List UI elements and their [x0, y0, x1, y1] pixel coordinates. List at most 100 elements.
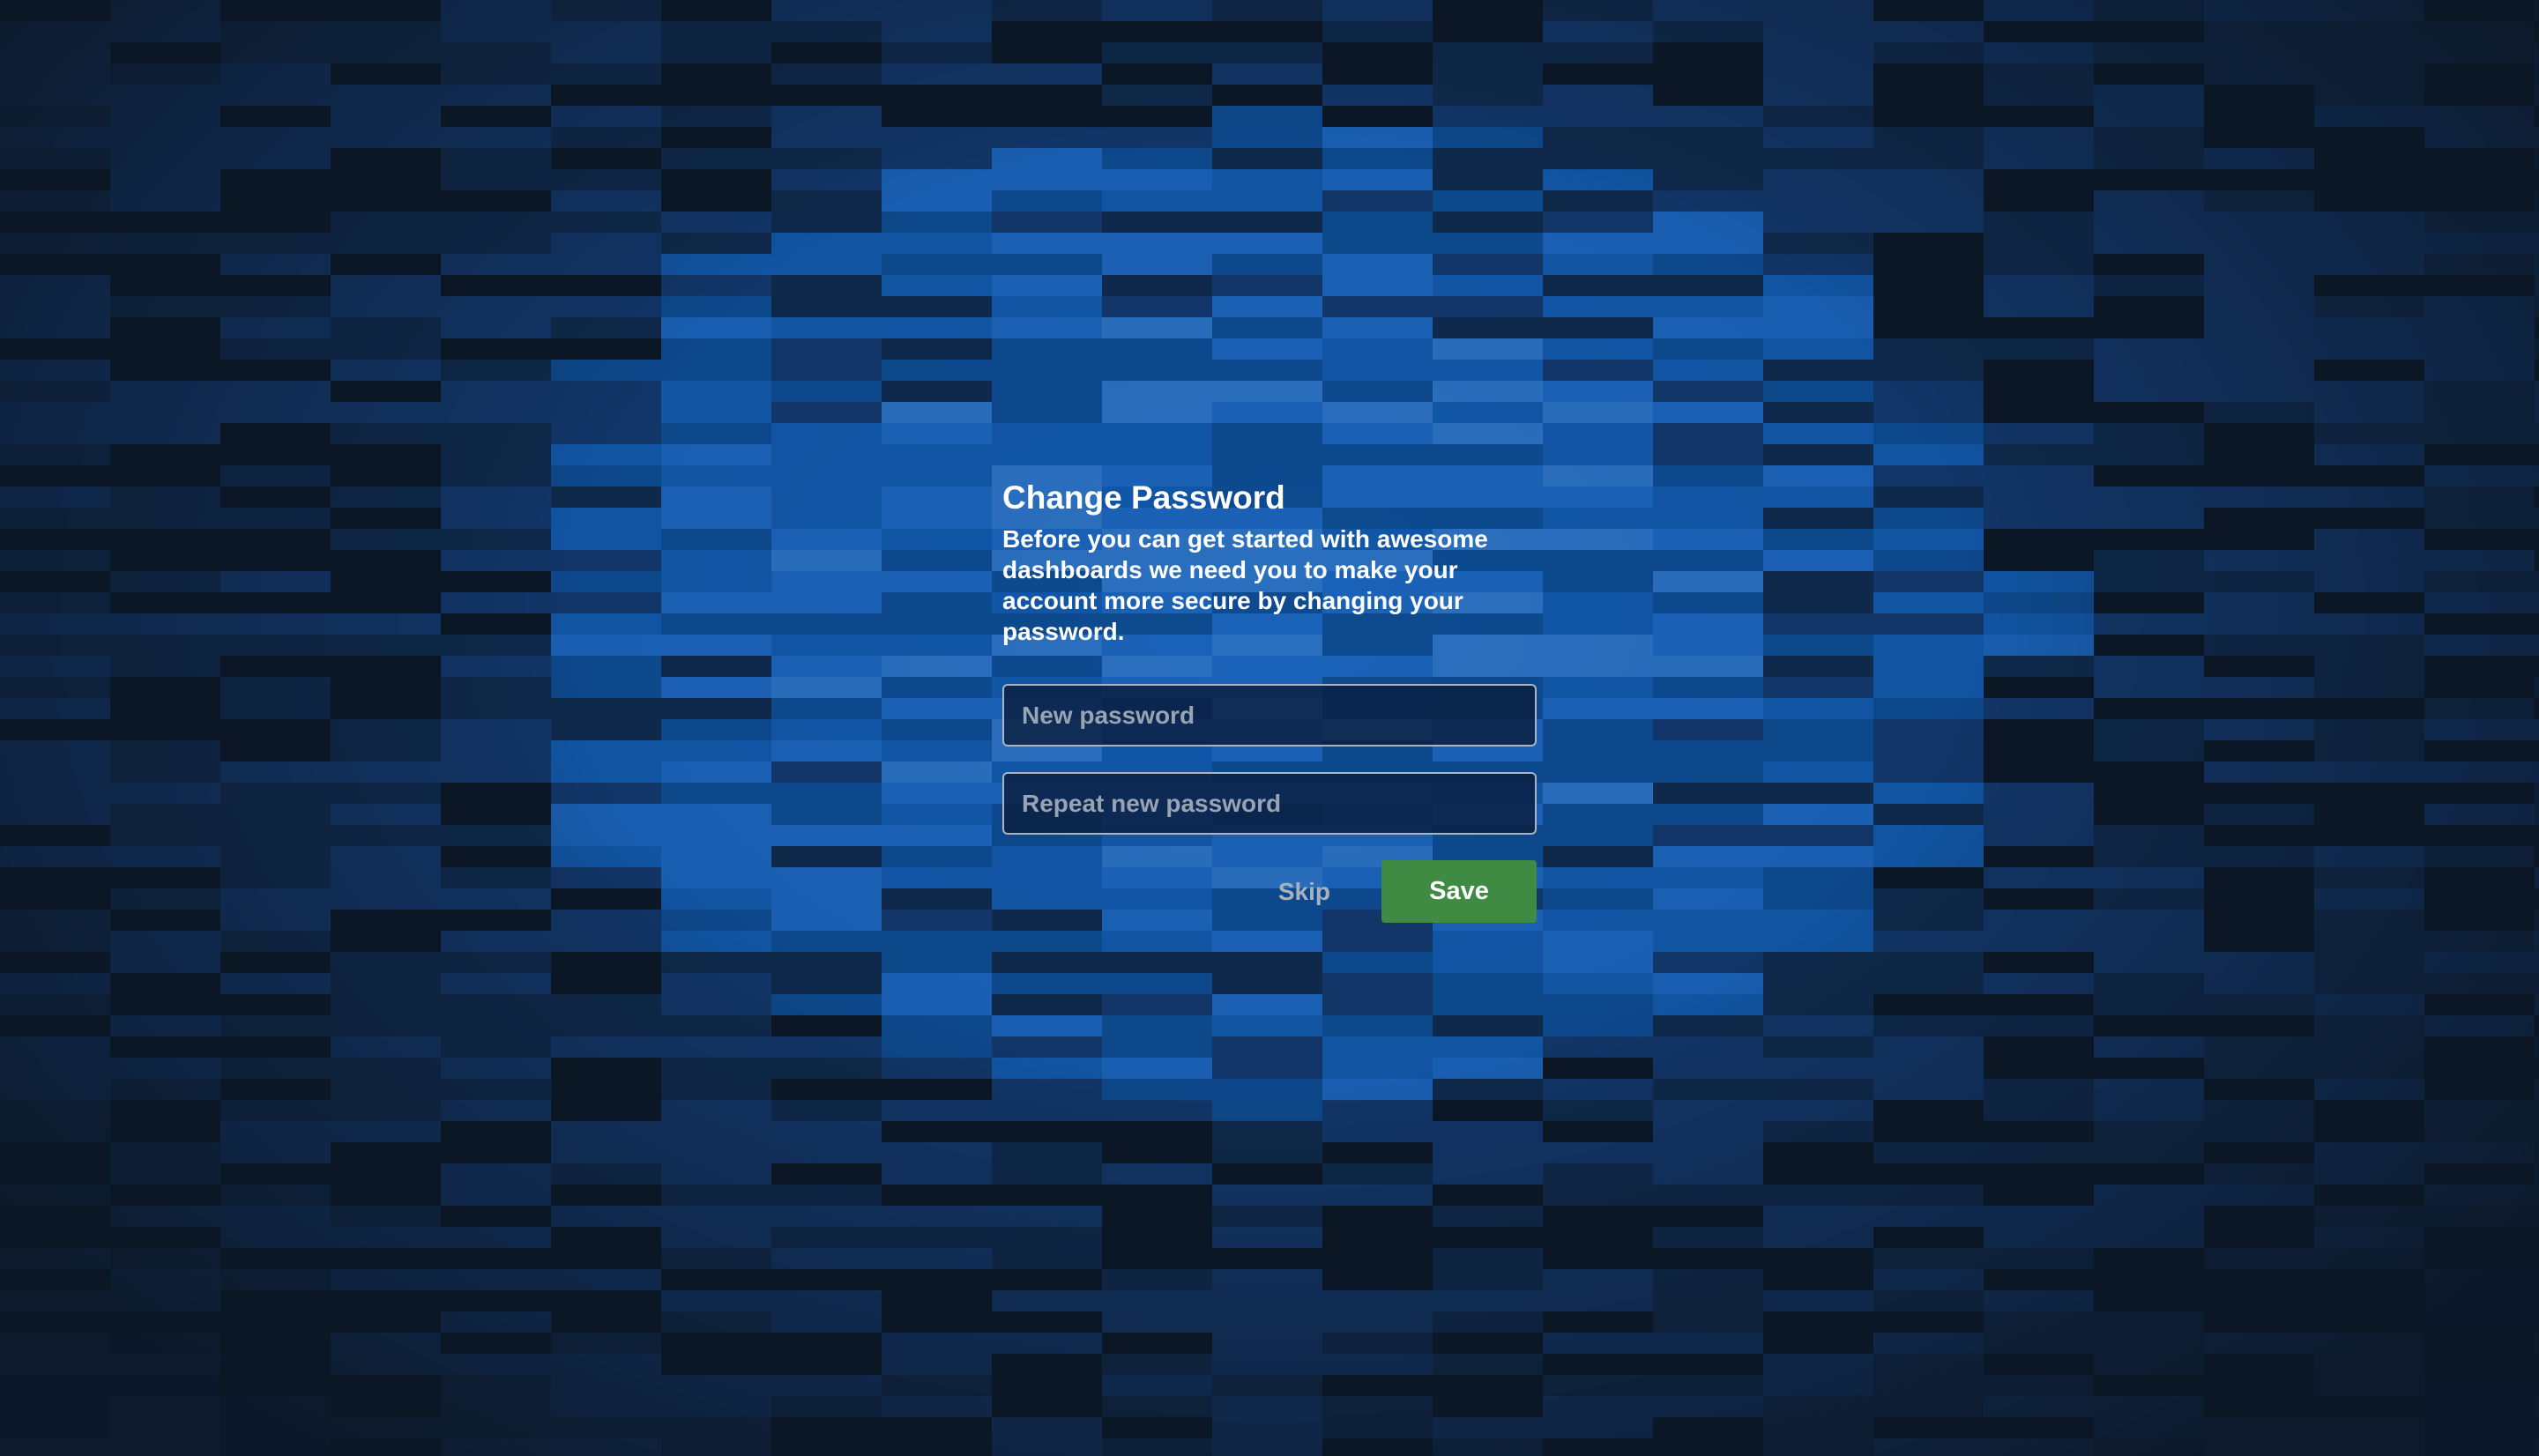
mosaic-tile: [2314, 148, 2424, 169]
mosaic-tile: [2204, 1206, 2314, 1227]
mosaic-tile: [1322, 381, 1433, 402]
mosaic-tile: [1543, 1100, 1653, 1121]
mosaic-tile: [1543, 952, 1653, 973]
mosaic-tile: [551, 508, 661, 529]
mosaic-tile: [1102, 1079, 1212, 1100]
mosaic-tile: [992, 317, 1102, 338]
mosaic-tile: [1873, 296, 1984, 317]
mosaic-tile: [2204, 1354, 2314, 1375]
mosaic-tile: [1763, 127, 1873, 148]
mosaic-tile: [1433, 1269, 1543, 1290]
mosaic-tile: [2314, 212, 2424, 233]
mosaic-tile: [771, 465, 882, 487]
mosaic-tile: [2204, 254, 2314, 275]
mosaic-tile: [2204, 508, 2314, 529]
mosaic-tile: [331, 1163, 441, 1185]
mosaic-tile: [992, 190, 1102, 212]
mosaic-tile: [2314, 317, 2424, 338]
mosaic-tile: [1873, 740, 1984, 761]
mosaic-tile: [0, 63, 110, 85]
mosaic-tile: [1653, 910, 1763, 931]
mosaic-tile: [771, 846, 882, 867]
mosaic-tile: [2424, 1206, 2535, 1227]
mosaic-tile: [551, 1015, 661, 1036]
mosaic-tile: [2424, 1015, 2535, 1036]
mosaic-tile: [1763, 973, 1873, 994]
mosaic-tile: [331, 21, 441, 42]
mosaic-tile: [661, 952, 771, 973]
mosaic-tile: [1873, 867, 1984, 888]
mosaic-tile: [1873, 85, 1984, 106]
mosaic-tile: [331, 1333, 441, 1354]
mosaic-tile: [1653, 1375, 1763, 1396]
mosaic-tile: [2424, 1142, 2535, 1163]
mosaic-tile: [661, 85, 771, 106]
mosaic-tile: [1984, 317, 2094, 338]
mosaic-tile: [2094, 910, 2204, 931]
mosaic-tile: [441, 613, 551, 635]
mosaic-tile: [1653, 973, 1763, 994]
mosaic-tile: [1543, 169, 1653, 190]
mosaic-tile: [1984, 444, 2094, 465]
mosaic-tile: [1433, 360, 1543, 381]
mosaic-tile: [2424, 529, 2535, 550]
mosaic-tile: [1763, 338, 1873, 360]
mosaic-tile: [1984, 846, 2094, 867]
mosaic-tile: [1212, 994, 1322, 1015]
mosaic-tile: [2314, 592, 2424, 613]
save-button[interactable]: Save: [1381, 860, 1537, 923]
mosaic-tile: [992, 381, 1102, 402]
mosaic-tile: [0, 783, 110, 804]
mosaic-tile: [1653, 698, 1763, 719]
mosaic-tile: [1322, 360, 1433, 381]
mosaic-tile: [1543, 148, 1653, 169]
mosaic-tile: [882, 148, 992, 169]
mosaic-tile: [1433, 212, 1543, 233]
mosaic-tile: [0, 867, 110, 888]
mosaic-tile: [1102, 148, 1212, 169]
mosaic-tile: [441, 1248, 551, 1269]
mosaic-tile: [551, 1058, 661, 1079]
mosaic-tile: [2314, 1290, 2424, 1311]
mosaic-tile: [0, 1058, 110, 1079]
mosaic-tile: [331, 423, 441, 444]
mosaic-tile: [771, 317, 882, 338]
mosaic-tile: [2204, 550, 2314, 571]
mosaic-tile: [2314, 1227, 2424, 1248]
mosaic-tile: [1433, 85, 1543, 106]
mosaic-tile: [110, 613, 220, 635]
mosaic-tile: [771, 1058, 882, 1079]
mosaic-tile: [220, 21, 331, 42]
repeat-password-input[interactable]: [1002, 772, 1537, 835]
mosaic-tile: [882, 677, 992, 698]
mosaic-tile: [331, 1206, 441, 1227]
mosaic-tile: [1984, 381, 2094, 402]
skip-button[interactable]: Skip: [1278, 878, 1330, 906]
new-password-input[interactable]: [1002, 684, 1537, 747]
mosaic-tile: [2535, 888, 2539, 910]
mosaic-tile: [1322, 254, 1433, 275]
mosaic-tile: [441, 698, 551, 719]
mosaic-tile: [1212, 1354, 1322, 1375]
mosaic-tile: [2314, 1163, 2424, 1185]
mosaic-tile: [220, 1185, 331, 1206]
mosaic-tile: [441, 190, 551, 212]
mosaic-tile: [1433, 1100, 1543, 1121]
mosaic-tile: [1322, 402, 1433, 423]
mosaic-tile: [1984, 1438, 2094, 1456]
mosaic-tile: [2204, 402, 2314, 423]
mosaic-tile: [1873, 317, 1984, 338]
mosaic-tile: [771, 1185, 882, 1206]
mosaic-tile: [2535, 233, 2539, 254]
mosaic-tile: [331, 1354, 441, 1375]
mosaic-tile: [1763, 592, 1873, 613]
mosaic-tile: [220, 1333, 331, 1354]
mosaic-tile: [1102, 1015, 1212, 1036]
mosaic-tile: [2535, 1333, 2539, 1354]
mosaic-tile: [1763, 0, 1873, 21]
mosaic-tile: [551, 423, 661, 444]
mosaic-tile: [1212, 169, 1322, 190]
mosaic-tile: [1873, 127, 1984, 148]
mosaic-tile: [1984, 550, 2094, 571]
mosaic-tile: [1873, 1058, 1984, 1079]
